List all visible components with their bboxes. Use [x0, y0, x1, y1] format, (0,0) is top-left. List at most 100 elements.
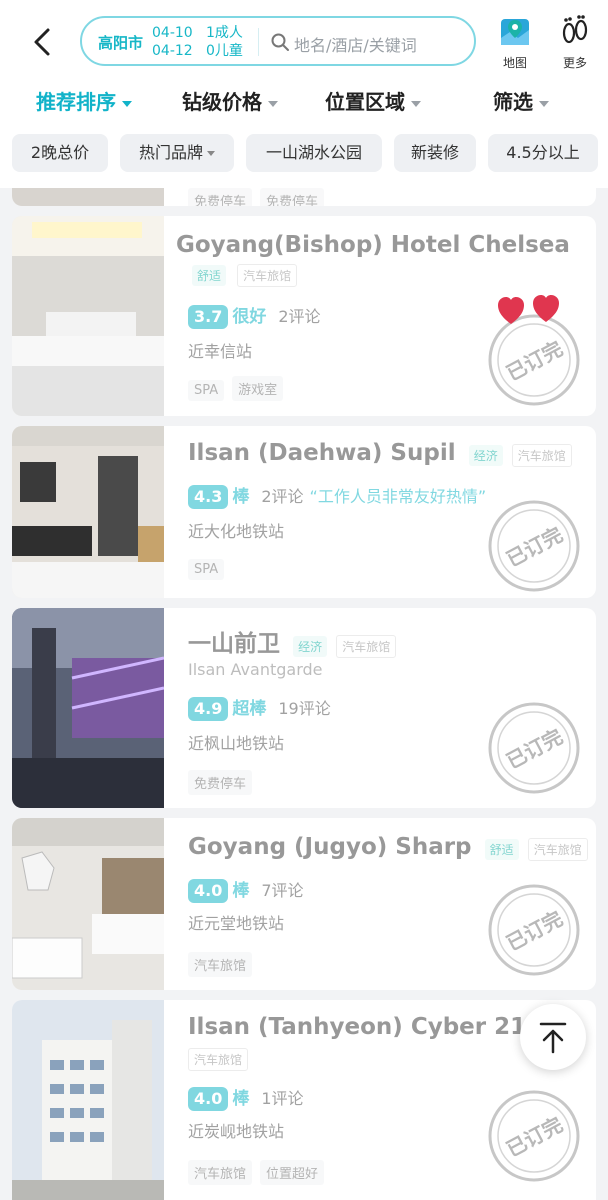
hotel-photo: [12, 216, 164, 416]
hotel-photo: [12, 608, 164, 808]
score-value: 4.9: [188, 697, 229, 721]
name-row: 一山前卫 经济 汽车旅馆: [188, 624, 397, 658]
hotel-photo: [12, 426, 164, 598]
review-count: 1评论: [261, 1089, 304, 1108]
hotel-name[interactable]: Ilsan (Daehwa) Supil: [188, 440, 456, 466]
city-label[interactable]: 高阳市: [98, 32, 143, 53]
feature-tag: 汽车旅馆: [188, 952, 253, 977]
rating: 4.0 棒 1评论: [188, 1084, 304, 1111]
search-pill[interactable]: 高阳市 04-10 04-12 1成人 0儿童 地名/酒店/关键词: [80, 16, 476, 66]
rating: 4.3 棒 2评论 “工作人员非常友好热情”: [188, 482, 486, 509]
caret-down-icon: [411, 100, 421, 107]
star-tag: 舒适: [484, 839, 519, 860]
review-count: 2评论: [278, 307, 321, 326]
feature-tags: 汽车旅馆: [188, 952, 260, 977]
sold-out-stamp: 已订完: [488, 884, 580, 976]
hotel-name[interactable]: Ilsan (Tanhyeon) Cyber 21: [188, 1014, 526, 1040]
back-arrow-icon[interactable]: [26, 24, 60, 60]
chip-lake-park[interactable]: 一山湖水公园: [246, 134, 382, 172]
divider: [258, 28, 259, 56]
rating: 3.7 很好 2评论: [188, 302, 321, 329]
rating: 4.0 棒 7评论: [188, 876, 304, 903]
type-tag: 汽车旅馆: [237, 264, 298, 287]
tab-recommended[interactable]: 推荐排序: [36, 86, 132, 115]
hotel-card[interactable]: 一山前卫 经济 汽车旅馆 Ilsan Avantgarde 4.9 超棒 19评论 …: [12, 608, 596, 808]
stamp-text: 已订完: [502, 724, 566, 773]
child-count: 0儿童: [206, 43, 243, 59]
hotel-name[interactable]: Goyang(Bishop) Hotel Chelsea: [176, 232, 570, 258]
sold-out-stamp: 已订完: [488, 1090, 580, 1182]
name-row: Goyang (Jugyo) Sharp 舒适 汽车旅馆: [188, 834, 588, 861]
hearts-icon: [498, 295, 559, 324]
sold-out-stamp: 已订完: [488, 500, 580, 592]
score-word: 棒: [232, 487, 250, 507]
tab-filter[interactable]: 筛选: [493, 86, 549, 115]
chip-renovated[interactable]: 新装修: [394, 134, 476, 172]
date-range[interactable]: 04-10 04-12: [152, 24, 193, 60]
chip-total-price[interactable]: 2晚总价: [12, 134, 108, 172]
tab-label: 筛选: [493, 90, 533, 114]
caret-down-icon: [122, 100, 132, 107]
chip-label: 一山湖水公园: [265, 143, 362, 162]
star-tag: 经济: [468, 445, 503, 466]
hotel-location: 近元堂地铁站: [188, 914, 285, 933]
type-tag: 汽车旅馆: [511, 444, 572, 467]
hotel-location: 近枫山地铁站: [188, 734, 285, 753]
hotel-tags: 舒适 汽车旅馆: [192, 264, 298, 287]
type-tag: 汽车旅馆: [188, 1048, 249, 1071]
feature-tags: 免费停车: [188, 770, 260, 795]
hotel-name[interactable]: 一山前卫: [188, 631, 280, 657]
hotel-tags: 汽车旅馆: [188, 1048, 249, 1071]
guest-count[interactable]: 1成人 0儿童: [206, 24, 243, 60]
rating: 4.9 超棒 19评论: [188, 694, 331, 721]
stamp-text: 已订完: [502, 336, 566, 385]
feature-tag: 游戏室: [232, 376, 284, 401]
tab-star-price[interactable]: 钻级价格: [182, 86, 278, 115]
hotel-photo: [12, 818, 164, 990]
hotel-name[interactable]: Goyang (Jugyo) Sharp: [188, 834, 472, 860]
map-button[interactable]: 地图: [492, 14, 538, 71]
more-label: 更多: [562, 56, 587, 70]
star-tag: 舒适: [192, 265, 227, 286]
hotel-card[interactable]: Ilsan (Daehwa) Supil 经济 汽车旅馆 4.3 棒 2评论 “工作人…: [12, 426, 596, 598]
stamp-text: 已订完: [502, 906, 566, 955]
feature-tag: 免费停车: [188, 188, 253, 206]
feature-tag: 汽车旅馆: [188, 1160, 253, 1185]
chip-hot-brand[interactable]: 热门品牌: [120, 134, 234, 172]
hotel-card[interactable]: Goyang (Jugyo) Sharp 舒适 汽车旅馆 4.0 棒 7评论 近元堂…: [12, 818, 596, 990]
feature-tags: 免费停车 免费停车: [188, 188, 332, 206]
review-count: 7评论: [261, 881, 304, 900]
sort-tabs: 推荐排序 钻级价格 位置区域 筛选: [0, 86, 608, 120]
feature-tags: 汽车旅馆 位置超好: [188, 1160, 332, 1185]
hotel-photo: [12, 1000, 164, 1200]
score-word: 棒: [232, 1089, 250, 1109]
type-tag: 汽车旅馆: [527, 838, 588, 861]
chip-rating[interactable]: 4.5分以上: [488, 134, 598, 172]
footprints-icon: [562, 15, 588, 44]
name-row: Ilsan (Tanhyeon) Cyber 21 经济: [188, 1014, 574, 1040]
more-button[interactable]: 更多: [552, 14, 598, 71]
chip-label: 4.5分以上: [506, 143, 580, 162]
feature-tag: 免费停车: [188, 770, 253, 795]
caret-down-icon: [207, 151, 215, 156]
back-to-top-button[interactable]: [520, 1004, 586, 1070]
sold-out-stamp: 已订完: [488, 702, 580, 794]
tab-label: 位置区域: [325, 90, 405, 114]
hotel-card[interactable]: Ilsan (Tanhyeon) Cyber 21 经济 汽车旅馆 4.0棒 1评…: [12, 1000, 596, 1200]
stamp-text: 已订完: [502, 1112, 566, 1161]
review-count: 2评论: [261, 487, 304, 506]
score-value: 4.3: [188, 485, 229, 509]
chip-label: 新装修: [410, 143, 459, 162]
tab-label: 钻级价格: [182, 90, 262, 114]
quick-filters: 2晚总价 热门品牌 一山湖水公园 新装修 4.5分以上: [0, 134, 608, 174]
map-icon: [501, 19, 529, 45]
feature-tag: 位置超好: [260, 1160, 325, 1185]
type-tag: 汽车旅馆: [336, 635, 397, 658]
search-icon: [271, 33, 289, 51]
feature-tags: SPA: [188, 558, 232, 580]
search-input[interactable]: 地名/酒店/关键词: [294, 32, 417, 56]
score-value: 4.0: [188, 1087, 229, 1111]
caret-down-icon: [539, 100, 549, 107]
hotel-card[interactable]: Goyang(Bishop) Hotel Chelsea 舒适 汽车旅馆 3.7…: [12, 216, 596, 416]
tab-location[interactable]: 位置区域: [325, 86, 421, 115]
